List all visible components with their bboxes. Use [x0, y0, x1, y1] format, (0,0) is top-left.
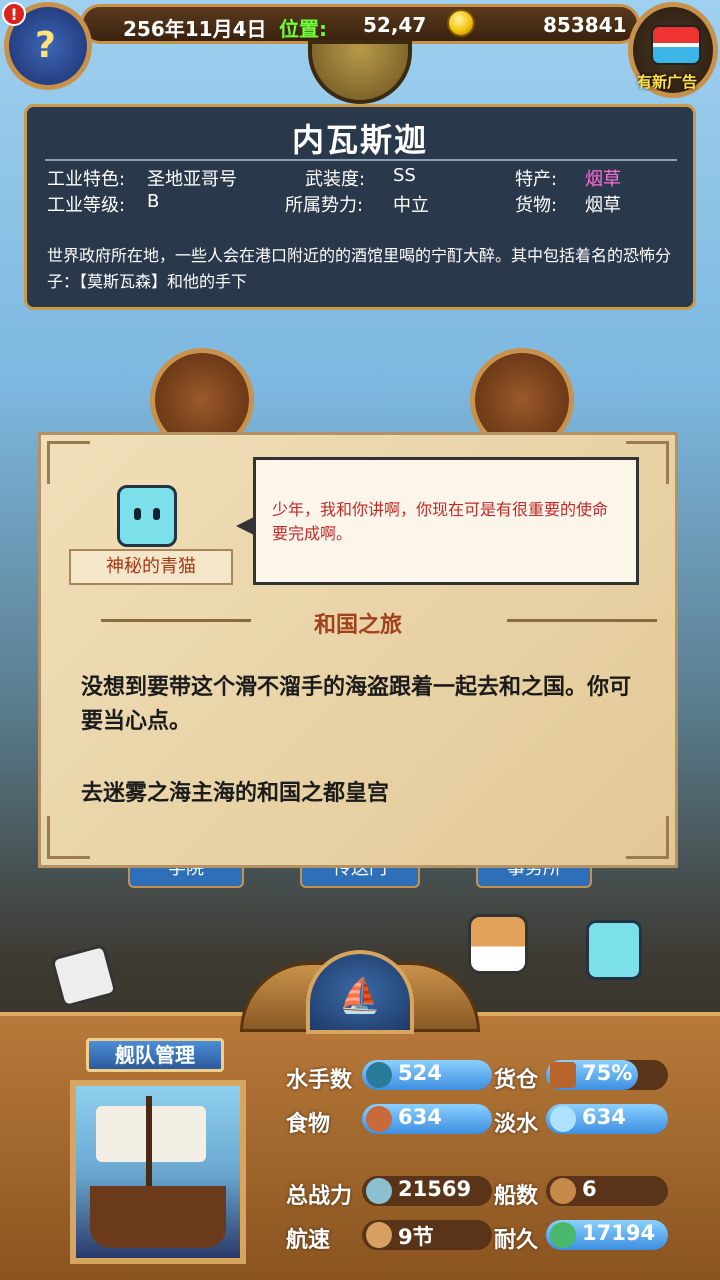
gold-amount: 853841	[543, 13, 627, 37]
quest-body: 没想到要带这个滑不溜手的海盗跟着一起去和之国。你可要当心点。	[81, 675, 632, 734]
flagship-portrait[interactable]	[70, 1080, 246, 1264]
ships-value: 6	[582, 1177, 597, 1201]
water-jug-icon	[550, 1106, 576, 1132]
water-value: 634	[582, 1105, 626, 1129]
water-stat: 634	[546, 1104, 668, 1134]
goods-value: 烟草	[585, 195, 621, 216]
sailors-label: 水手数	[286, 1068, 353, 1093]
speech-bubble: 少年，我和你讲啊，你现在可是有很重要的使命要完成啊。	[236, 457, 639, 585]
gold-coin-icon	[447, 9, 475, 37]
city-name: 内瓦斯迦	[291, 121, 428, 159]
ad-label: 有新广告	[637, 73, 698, 91]
city-info-panel: 内瓦斯迦 工业特色: 圣地亚哥号 工业等级: B 武装度: SS 所属势力: 中…	[24, 104, 696, 310]
position-value: 52,47	[363, 13, 427, 37]
specialty-label: 特产:	[515, 169, 558, 190]
speed-value: 9节	[398, 1225, 434, 1249]
white-cube-character	[50, 943, 118, 1009]
city-description: 世界政府所在地，一些人会在港口附近的的酒馆里喝的宁酊大醉。其中包括着名的恐怖分子…	[47, 246, 672, 291]
cargo-value: 75%	[582, 1061, 633, 1085]
swords-icon	[366, 1178, 392, 1204]
speed-label: 航速	[286, 1228, 331, 1253]
corner-ornament	[47, 816, 90, 859]
power-stat: 21569	[362, 1176, 492, 1206]
food-stat: 634	[362, 1104, 492, 1134]
cargo-label: 货仓	[494, 1068, 539, 1093]
mast	[146, 1096, 152, 1188]
npc-name: 神秘的青猫	[69, 549, 233, 585]
position-label: 位置:	[279, 17, 327, 41]
ship-icon	[550, 1178, 576, 1204]
durability-value: 17194	[582, 1221, 656, 1245]
ships-label: 船数	[494, 1184, 539, 1209]
shiba-dog-character	[468, 914, 528, 974]
food-label: 食物	[286, 1112, 331, 1137]
status-bar: 256年11月4日 位置: 52,47 853841	[80, 4, 640, 44]
repair-icon	[550, 1222, 576, 1248]
industry-feature-label: 工业特色:	[47, 169, 126, 190]
specialty-value: 烟草	[585, 169, 621, 190]
fleet-management-title[interactable]: 舰队管理	[86, 1038, 224, 1072]
alert-badge: !	[2, 2, 26, 26]
industry-level-value: B	[147, 191, 160, 212]
goods-label: 货物:	[515, 195, 558, 216]
faction-value: 中立	[393, 195, 429, 216]
power-value: 21569	[398, 1177, 472, 1201]
world-map-button[interactable]	[308, 40, 412, 104]
corner-ornament	[47, 441, 90, 484]
armament-value: SS	[393, 165, 416, 186]
blue-cat-avatar	[117, 485, 177, 547]
faction-label: 所属势力:	[285, 195, 364, 216]
ad-reward-button[interactable]: 有新广告	[628, 2, 718, 98]
book-icon: ?	[35, 25, 56, 66]
speech-tail	[236, 516, 256, 536]
meat-icon	[366, 1106, 392, 1132]
crate-icon	[550, 1062, 576, 1088]
ships-stat: 6	[546, 1176, 668, 1206]
eye	[153, 508, 160, 520]
industry-level-label: 工业等级:	[47, 195, 126, 216]
food-value: 634	[398, 1105, 442, 1129]
quest-dialog[interactable]: 神秘的青猫 少年，我和你讲啊，你现在可是有很重要的使命要完成啊。 和国之旅 没想…	[38, 432, 678, 868]
quest-title: 和国之旅	[313, 613, 402, 638]
water-label: 淡水	[494, 1112, 539, 1137]
sailors-value: 524	[398, 1061, 442, 1085]
durability-stat: 17194	[546, 1220, 668, 1250]
quest-target: 去迷雾之海主海的和国之都皇宫	[81, 781, 390, 806]
durability-label: 耐久	[494, 1228, 539, 1253]
blue-cat-character	[586, 920, 642, 980]
speech-text: 少年，我和你讲啊，你现在可是有很重要的使命要完成啊。	[272, 500, 609, 543]
armament-label: 武装度:	[305, 169, 366, 190]
cargo-stat: 75%	[546, 1060, 668, 1090]
divider	[45, 159, 677, 161]
sailors-stat: 524	[362, 1060, 492, 1090]
treasure-chest-icon	[651, 25, 701, 65]
game-date: 256年11月4日	[123, 17, 267, 41]
hull	[90, 1186, 226, 1248]
speed-stat: 9节	[362, 1220, 492, 1250]
eye	[134, 508, 141, 520]
sailor-icon	[366, 1062, 392, 1088]
boat-icon	[366, 1222, 392, 1248]
power-label: 总战力	[286, 1184, 353, 1209]
corner-ornament	[626, 816, 669, 859]
industry-feature-value: 圣地亚哥号	[147, 169, 237, 190]
